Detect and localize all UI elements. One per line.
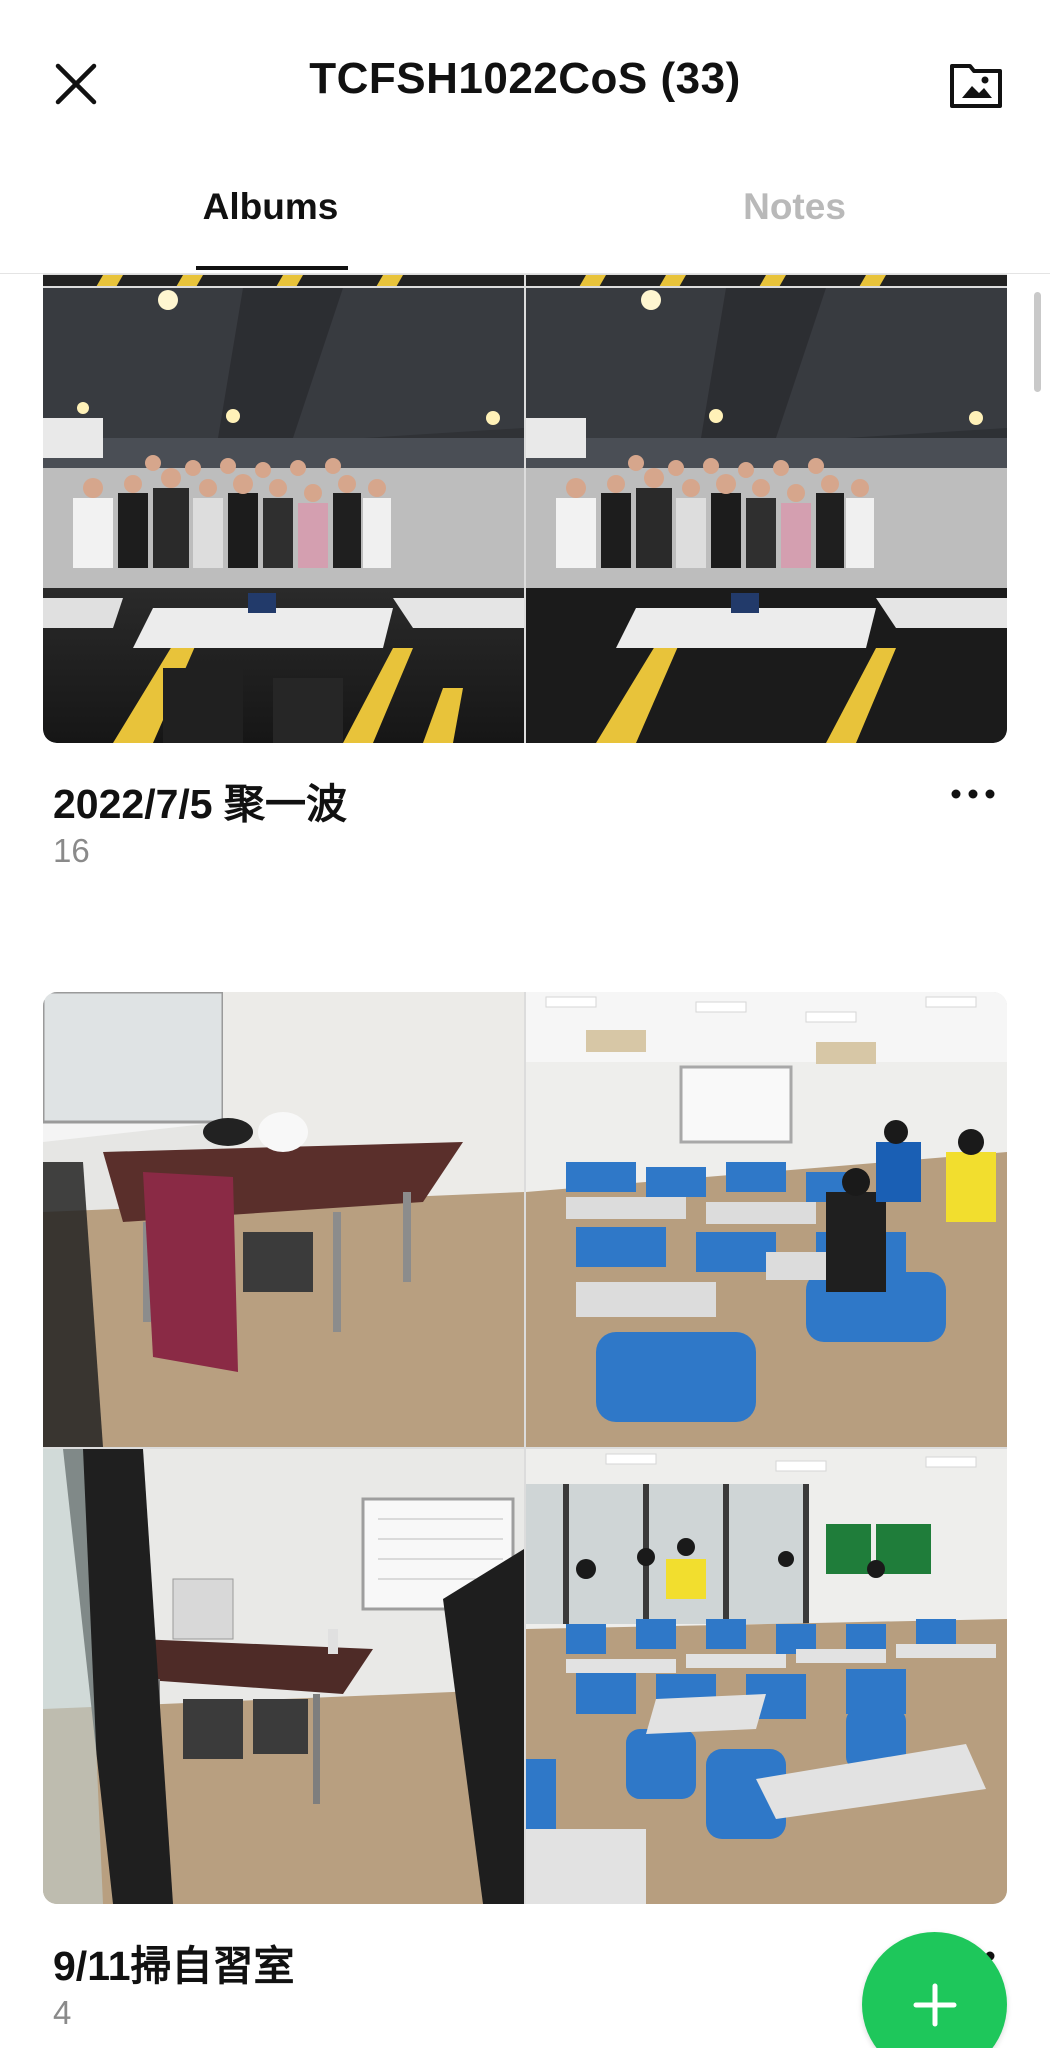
active-tab-indicator xyxy=(196,266,348,270)
top-bar: TCFSH1022CoS (33) xyxy=(0,0,1050,160)
page-title: TCFSH1022CoS (33) xyxy=(309,54,741,103)
tab-albums[interactable]: Albums xyxy=(8,186,533,228)
album-add-icon xyxy=(950,64,1002,108)
tab-bar: Albums Notes xyxy=(0,160,1050,274)
photo-thumbnail[interactable] xyxy=(526,274,1007,286)
album-name: 9/11掃自習室 xyxy=(53,1943,295,1989)
scrollbar[interactable] xyxy=(1034,292,1041,392)
album-name: 2022/7/5 聚一波 xyxy=(53,781,347,827)
tab-notes[interactable]: Notes xyxy=(532,186,1050,228)
photo-thumbnail[interactable] xyxy=(43,1449,524,1904)
album-cover-grid[interactable] xyxy=(43,274,1007,743)
album-photo-count: 16 xyxy=(53,832,90,869)
photo-thumbnail[interactable] xyxy=(43,992,524,1447)
photo-thumbnail[interactable] xyxy=(43,274,524,286)
add-album-button[interactable] xyxy=(944,52,1008,116)
group-photo-thumbnail[interactable] xyxy=(526,288,1007,743)
photo-thumbnail[interactable] xyxy=(526,992,1007,1447)
album-more-button[interactable] xyxy=(945,774,1001,814)
more-icon xyxy=(951,789,995,799)
album-photo-count: 4 xyxy=(53,1994,72,2031)
plus-icon xyxy=(913,1983,956,2026)
photo-thumbnail[interactable] xyxy=(526,1449,1007,1904)
group-photo-thumbnail[interactable] xyxy=(43,288,524,743)
album-card[interactable]: 2022/7/5 聚一波 16 xyxy=(43,274,1007,874)
album-cover-grid[interactable] xyxy=(43,992,1007,1904)
album-card[interactable]: 9/11掃自習室 4 xyxy=(43,992,1007,2048)
